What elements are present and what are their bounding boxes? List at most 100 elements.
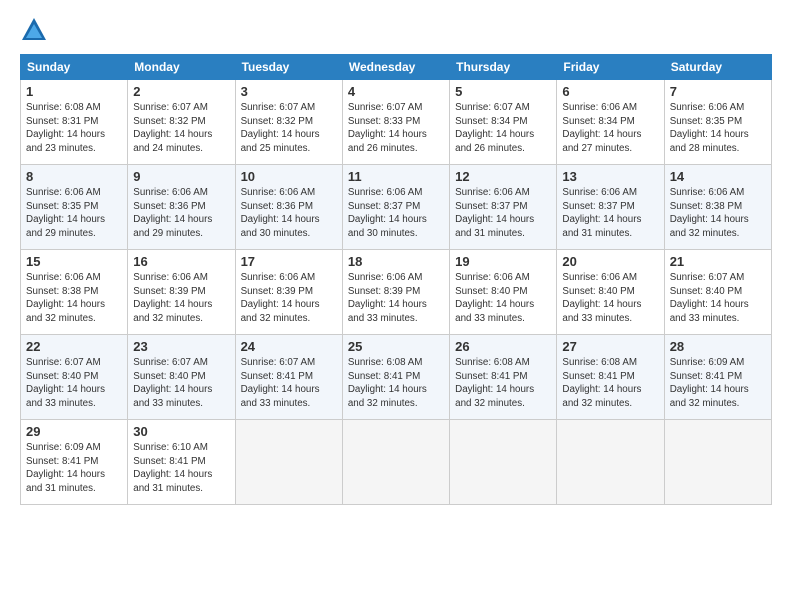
day-number: 19: [455, 254, 551, 269]
calendar-cell: 27 Sunrise: 6:08 AM Sunset: 8:41 PM Dayli…: [557, 335, 664, 420]
calendar-cell: 10 Sunrise: 6:06 AM Sunset: 8:36 PM Dayli…: [235, 165, 342, 250]
calendar-cell: 12 Sunrise: 6:06 AM Sunset: 8:37 PM Dayli…: [450, 165, 557, 250]
calendar-cell: 14 Sunrise: 6:06 AM Sunset: 8:38 PM Dayli…: [664, 165, 771, 250]
day-info: Sunrise: 6:08 AM Sunset: 8:31 PM Dayligh…: [26, 101, 122, 156]
calendar-cell: 18Sunrise: 6:06 AM Sunset: 8:39 PM Dayli…: [342, 250, 449, 335]
day-info: Sunrise: 6:06 AM Sunset: 8:34 PM Dayligh…: [562, 101, 658, 156]
day-info: Sunrise: 6:06 AM Sunset: 8:39 PM Dayligh…: [241, 271, 337, 326]
day-number: 5: [455, 84, 551, 99]
day-info: Sunrise: 6:07 AM Sunset: 8:33 PM Dayligh…: [348, 101, 444, 156]
calendar-cell: 5 Sunrise: 6:07 AM Sunset: 8:34 PM Daylig…: [450, 80, 557, 165]
logo: [20, 16, 52, 44]
day-info: Sunrise: 6:07 AM Sunset: 8:32 PM Dayligh…: [133, 101, 229, 156]
day-info: Sunrise: 6:06 AM Sunset: 8:40 PM Dayligh…: [455, 271, 551, 326]
calendar-cell: 26 Sunrise: 6:08 AM Sunset: 8:41 PM Dayli…: [450, 335, 557, 420]
day-number: 8: [26, 169, 122, 184]
day-info: Sunrise: 6:06 AM Sunset: 8:39 PM Dayligh…: [133, 271, 229, 326]
day-number: 6: [562, 84, 658, 99]
day-number: 10: [241, 169, 337, 184]
calendar-week-0: 1Sunrise: 6:08 AM Sunset: 8:31 PM Daylig…: [21, 80, 772, 165]
day-number: 18: [348, 254, 444, 269]
calendar-cell: 1Sunrise: 6:08 AM Sunset: 8:31 PM Daylig…: [21, 80, 128, 165]
calendar-cell: 23 Sunrise: 6:07 AM Sunset: 8:40 PM Dayli…: [128, 335, 235, 420]
calendar-cell: 4 Sunrise: 6:07 AM Sunset: 8:33 PM Daylig…: [342, 80, 449, 165]
calendar-cell: 22 Sunrise: 6:07 AM Sunset: 8:40 PM Dayli…: [21, 335, 128, 420]
calendar-cell: [342, 420, 449, 505]
day-number: 7: [670, 84, 766, 99]
day-info: Sunrise: 6:07 AM Sunset: 8:34 PM Dayligh…: [455, 101, 551, 156]
day-number: 27: [562, 339, 658, 354]
calendar-cell: 15Sunrise: 6:06 AM Sunset: 8:38 PM Dayli…: [21, 250, 128, 335]
calendar-cell: 20 Sunrise: 6:06 AM Sunset: 8:40 PM Dayli…: [557, 250, 664, 335]
calendar-header-tuesday: Tuesday: [235, 55, 342, 80]
calendar-header-thursday: Thursday: [450, 55, 557, 80]
calendar-week-3: 22 Sunrise: 6:07 AM Sunset: 8:40 PM Dayli…: [21, 335, 772, 420]
day-info: Sunrise: 6:07 AM Sunset: 8:41 PM Dayligh…: [241, 356, 337, 411]
day-number: 14: [670, 169, 766, 184]
calendar-cell: 24Sunrise: 6:07 AM Sunset: 8:41 PM Dayli…: [235, 335, 342, 420]
day-info: Sunrise: 6:06 AM Sunset: 8:37 PM Dayligh…: [562, 186, 658, 241]
day-info: Sunrise: 6:06 AM Sunset: 8:36 PM Dayligh…: [133, 186, 229, 241]
day-number: 11: [348, 169, 444, 184]
page: SundayMondayTuesdayWednesdayThursdayFrid…: [0, 0, 792, 612]
calendar-table: SundayMondayTuesdayWednesdayThursdayFrid…: [20, 54, 772, 505]
day-number: 26: [455, 339, 551, 354]
logo-icon: [20, 16, 48, 44]
calendar-cell: 9Sunrise: 6:06 AM Sunset: 8:36 PM Daylig…: [128, 165, 235, 250]
day-number: 17: [241, 254, 337, 269]
day-number: 23: [133, 339, 229, 354]
day-info: Sunrise: 6:08 AM Sunset: 8:41 PM Dayligh…: [562, 356, 658, 411]
day-number: 3: [241, 84, 337, 99]
calendar-cell: 3 Sunrise: 6:07 AM Sunset: 8:32 PM Daylig…: [235, 80, 342, 165]
day-info: Sunrise: 6:10 AM Sunset: 8:41 PM Dayligh…: [133, 441, 229, 496]
day-number: 16: [133, 254, 229, 269]
day-info: Sunrise: 6:06 AM Sunset: 8:35 PM Dayligh…: [26, 186, 122, 241]
calendar-cell: 6 Sunrise: 6:06 AM Sunset: 8:34 PM Daylig…: [557, 80, 664, 165]
day-info: Sunrise: 6:07 AM Sunset: 8:32 PM Dayligh…: [241, 101, 337, 156]
calendar-header-friday: Friday: [557, 55, 664, 80]
day-number: 22: [26, 339, 122, 354]
calendar-header-row: SundayMondayTuesdayWednesdayThursdayFrid…: [21, 55, 772, 80]
day-number: 29: [26, 424, 122, 439]
calendar-cell: [664, 420, 771, 505]
calendar-cell: 17 Sunrise: 6:06 AM Sunset: 8:39 PM Dayli…: [235, 250, 342, 335]
day-info: Sunrise: 6:07 AM Sunset: 8:40 PM Dayligh…: [670, 271, 766, 326]
day-info: Sunrise: 6:09 AM Sunset: 8:41 PM Dayligh…: [26, 441, 122, 496]
day-info: Sunrise: 6:06 AM Sunset: 8:37 PM Dayligh…: [455, 186, 551, 241]
day-info: Sunrise: 6:06 AM Sunset: 8:38 PM Dayligh…: [670, 186, 766, 241]
day-info: Sunrise: 6:09 AM Sunset: 8:41 PM Dayligh…: [670, 356, 766, 411]
header: [20, 16, 772, 44]
calendar-cell: 21Sunrise: 6:07 AM Sunset: 8:40 PM Dayli…: [664, 250, 771, 335]
day-info: Sunrise: 6:06 AM Sunset: 8:35 PM Dayligh…: [670, 101, 766, 156]
day-number: 28: [670, 339, 766, 354]
calendar-cell: 7 Sunrise: 6:06 AM Sunset: 8:35 PM Daylig…: [664, 80, 771, 165]
calendar-header-saturday: Saturday: [664, 55, 771, 80]
day-number: 2: [133, 84, 229, 99]
day-info: Sunrise: 6:08 AM Sunset: 8:41 PM Dayligh…: [348, 356, 444, 411]
calendar-cell: [557, 420, 664, 505]
day-number: 25: [348, 339, 444, 354]
day-number: 13: [562, 169, 658, 184]
day-info: Sunrise: 6:07 AM Sunset: 8:40 PM Dayligh…: [26, 356, 122, 411]
day-info: Sunrise: 6:08 AM Sunset: 8:41 PM Dayligh…: [455, 356, 551, 411]
calendar-cell: [450, 420, 557, 505]
day-number: 20: [562, 254, 658, 269]
calendar-cell: 28 Sunrise: 6:09 AM Sunset: 8:41 PM Dayli…: [664, 335, 771, 420]
day-number: 15: [26, 254, 122, 269]
calendar-cell: 29 Sunrise: 6:09 AM Sunset: 8:41 PM Dayli…: [21, 420, 128, 505]
day-number: 12: [455, 169, 551, 184]
day-info: Sunrise: 6:06 AM Sunset: 8:36 PM Dayligh…: [241, 186, 337, 241]
day-number: 4: [348, 84, 444, 99]
calendar-header-wednesday: Wednesday: [342, 55, 449, 80]
calendar-cell: 19 Sunrise: 6:06 AM Sunset: 8:40 PM Dayli…: [450, 250, 557, 335]
calendar-cell: [235, 420, 342, 505]
calendar-cell: 11Sunrise: 6:06 AM Sunset: 8:37 PM Dayli…: [342, 165, 449, 250]
day-info: Sunrise: 6:06 AM Sunset: 8:40 PM Dayligh…: [562, 271, 658, 326]
day-info: Sunrise: 6:07 AM Sunset: 8:40 PM Dayligh…: [133, 356, 229, 411]
calendar-cell: 16 Sunrise: 6:06 AM Sunset: 8:39 PM Dayli…: [128, 250, 235, 335]
calendar-cell: 8 Sunrise: 6:06 AM Sunset: 8:35 PM Daylig…: [21, 165, 128, 250]
calendar-week-4: 29 Sunrise: 6:09 AM Sunset: 8:41 PM Dayli…: [21, 420, 772, 505]
calendar-cell: 30Sunrise: 6:10 AM Sunset: 8:41 PM Dayli…: [128, 420, 235, 505]
calendar-header-sunday: Sunday: [21, 55, 128, 80]
calendar-week-2: 15Sunrise: 6:06 AM Sunset: 8:38 PM Dayli…: [21, 250, 772, 335]
